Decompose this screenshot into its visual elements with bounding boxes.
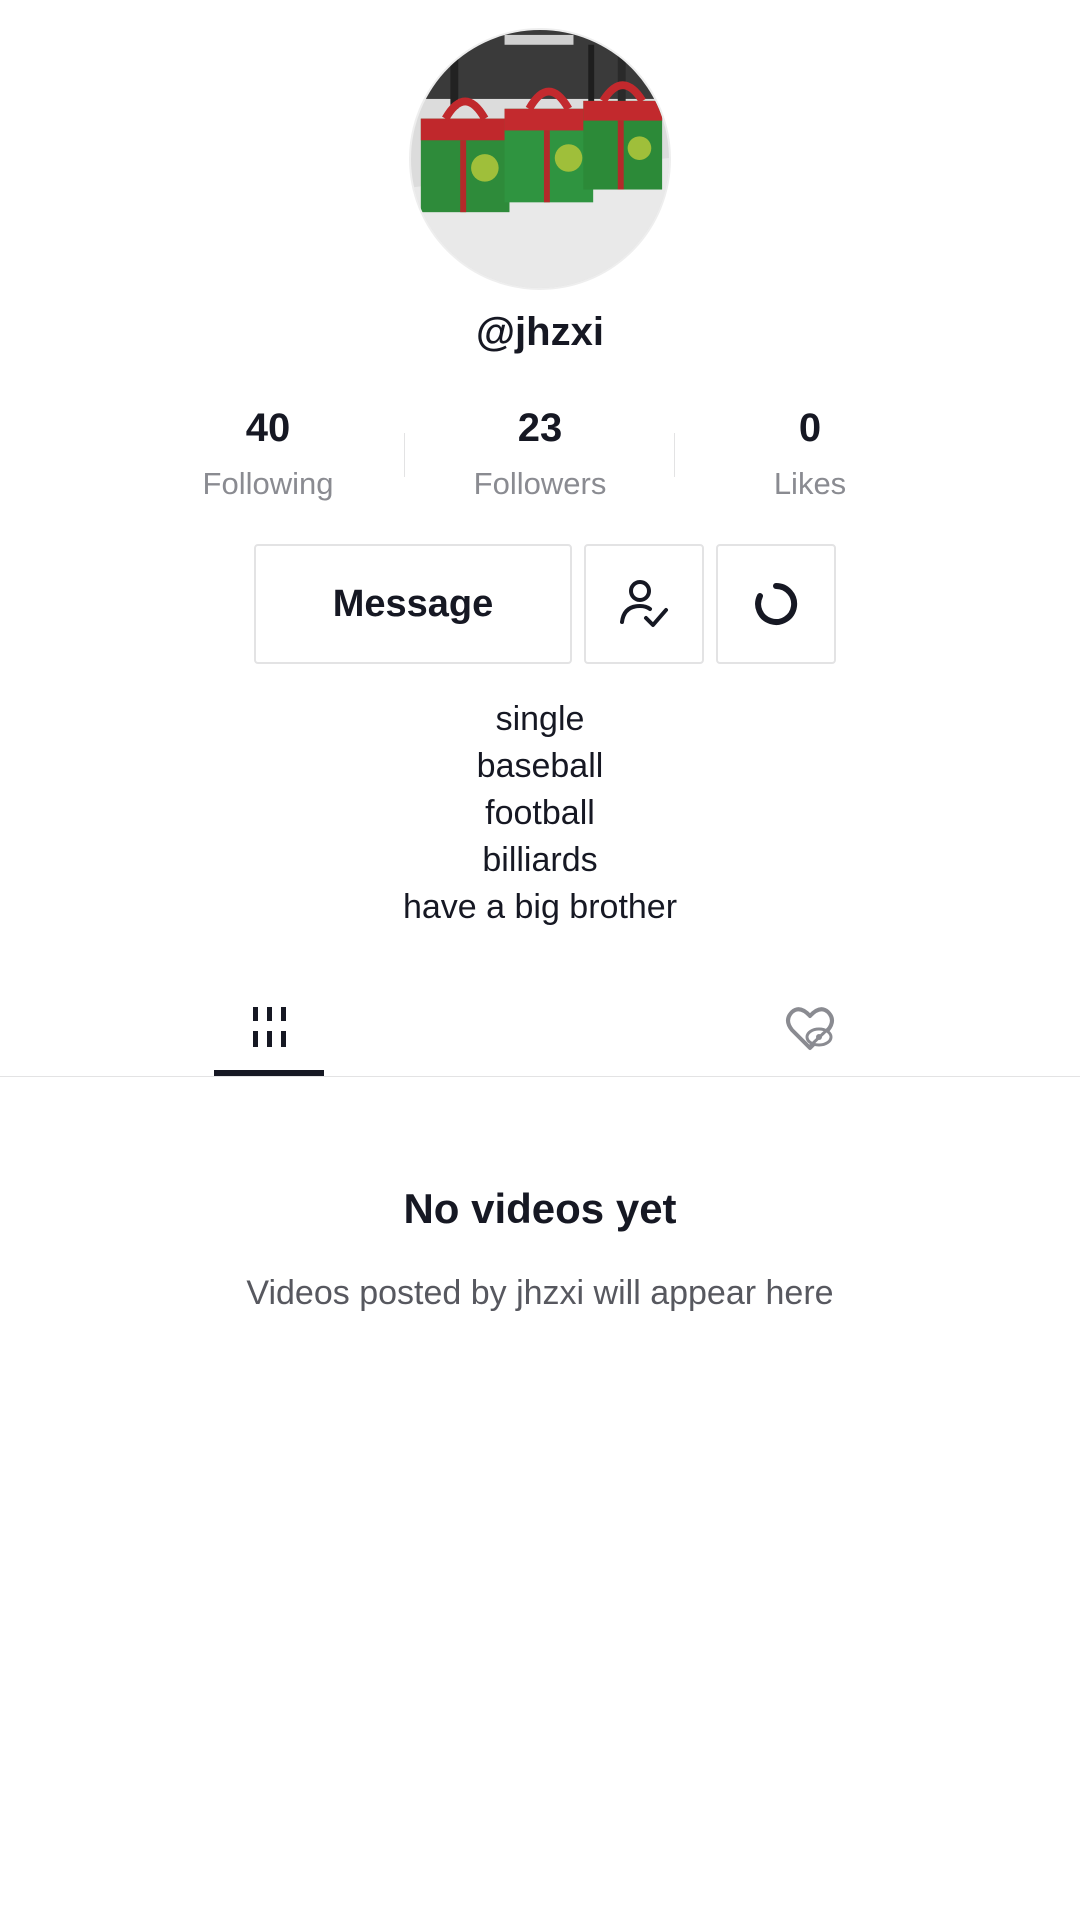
user-check-icon — [620, 580, 668, 627]
likes-count: 0 — [798, 406, 822, 450]
followers-label: Followers — [473, 466, 607, 501]
message-button[interactable]: Message — [254, 544, 572, 664]
bio-line: football — [485, 794, 595, 832]
stat-likes[interactable]: 0 Likes — [675, 400, 945, 506]
empty-state-subtitle: Videos posted by jhzxi will appear here — [246, 1274, 834, 1312]
message-button-label: Message — [332, 582, 494, 625]
avatar-image — [411, 30, 669, 288]
active-tab-indicator — [214, 1070, 324, 1076]
bio-line: single — [495, 700, 585, 738]
followers-count: 23 — [517, 406, 563, 450]
following-label: Following — [202, 466, 334, 501]
more-options-button[interactable] — [716, 544, 836, 664]
stat-followers[interactable]: 23 Followers — [405, 400, 675, 506]
following-count: 40 — [245, 406, 291, 450]
hidden-heart-icon — [786, 1007, 834, 1050]
bio-line: billiards — [482, 841, 598, 879]
profile-tabs — [0, 980, 1080, 1077]
bio-line: have a big brother — [402, 888, 678, 926]
likes-label: Likes — [773, 466, 847, 501]
refresh-icon — [755, 582, 798, 625]
stat-following[interactable]: 40 Following — [133, 400, 403, 506]
profile-avatar[interactable] — [409, 28, 671, 290]
following-status-button[interactable] — [584, 544, 704, 664]
profile-stats: 40 Following 23 Followers 0 Likes — [0, 400, 1080, 510]
grid-icon — [253, 1007, 286, 1047]
bio-line: baseball — [476, 747, 604, 785]
tab-liked-videos[interactable] — [750, 980, 870, 1076]
profile-bio: single baseball football billiards have … — [0, 696, 1080, 931]
tab-videos[interactable] — [210, 980, 330, 1076]
empty-state-title: No videos yet — [403, 1185, 677, 1232]
profile-username: @jhzxi — [476, 310, 604, 354]
